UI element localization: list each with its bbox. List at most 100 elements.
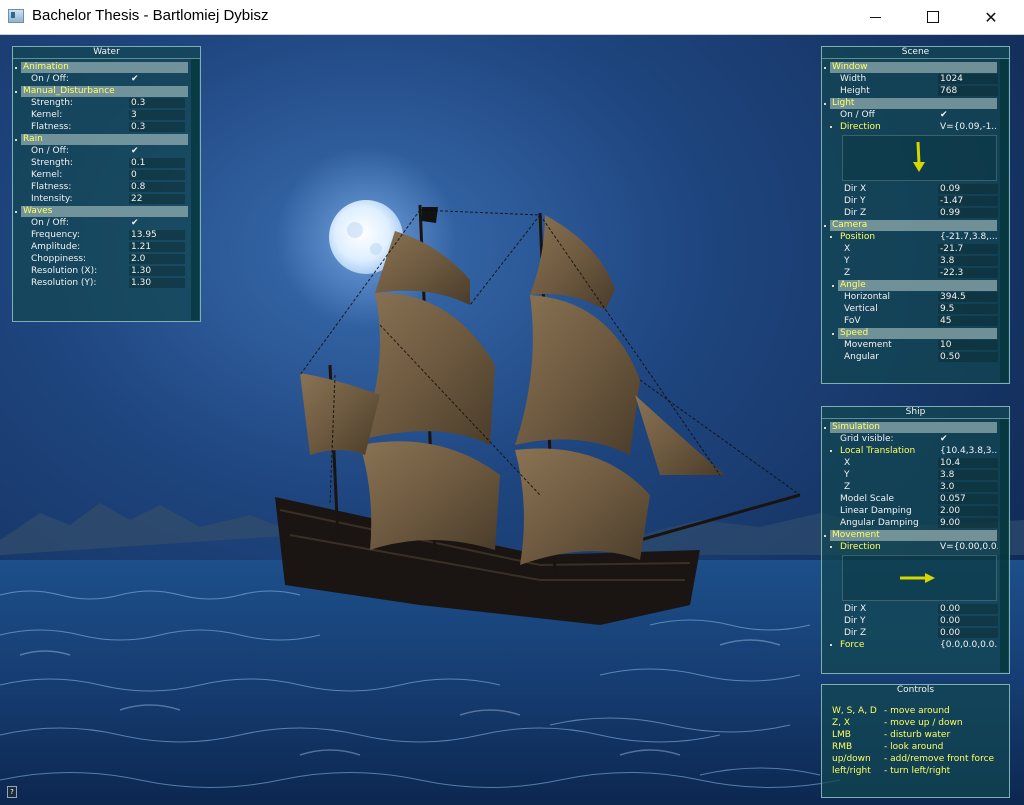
row-angle-vertical[interactable]: Vertical 9.5 [822,303,998,315]
row-width[interactable]: Width 1024 [822,73,998,85]
ship-dirz-value[interactable]: 0.00 [940,627,960,639]
ship-z-value[interactable]: 3.0 [940,481,954,493]
section-angle[interactable]: Angle [832,280,997,291]
checkmark-icon[interactable]: ✔ [131,73,139,85]
light-dirz-value[interactable]: 0.99 [940,207,960,219]
ship-panel-scrollbar[interactable] [1000,419,1008,672]
water-row[interactable]: On / Off: ✔ [13,217,188,229]
water-row[interactable]: Amplitude: 1.21 [13,241,188,253]
water-row-value[interactable]: 13.95 [131,229,157,241]
ship-dirx-value[interactable]: 0.00 [940,603,960,615]
row-height[interactable]: Height 768 [822,85,998,97]
water-row-value[interactable]: 1.30 [131,277,151,289]
water-row[interactable]: On / Off: ✔ [13,145,188,157]
model-scale-value[interactable]: 0.057 [940,493,966,505]
checkmark-icon[interactable]: ✔ [131,145,139,157]
row-camera-position[interactable]: Position {-21.7,3.8,... [822,231,998,243]
section-camera[interactable]: Camera [824,220,997,231]
water-row[interactable]: Resolution (Y): 1.30 [13,277,188,289]
local-translation-value[interactable]: {10.4,3.8,3... [940,445,998,457]
camera-x-value[interactable]: -21.7 [940,243,963,255]
row-speed-angular[interactable]: Angular 0.50 [822,351,998,363]
water-row-value[interactable]: 0.3 [131,121,145,133]
minimize-button[interactable] [852,0,898,34]
row-model-scale[interactable]: Model Scale 0.057 [822,493,998,505]
row-light-dirz[interactable]: Dir Z 0.99 [822,207,998,219]
checkmark-icon[interactable]: ✔ [131,217,139,229]
water-row-value[interactable]: 1.30 [131,265,151,277]
water-row-value[interactable]: 0.8 [131,181,145,193]
camera-z-value[interactable]: -22.3 [940,267,963,279]
scene-panel[interactable]: Scene Window Width 1024 Height 768 Light O… [821,46,1010,384]
row-ship-y[interactable]: Y 3.8 [822,469,998,481]
light-dirx-value[interactable]: 0.09 [940,183,960,195]
water-row[interactable]: Strength: 0.1 [13,157,188,169]
row-force[interactable]: Force {0.0,0.0,0.0... [822,639,998,651]
section-rain[interactable]: Rain [15,134,188,145]
help-button[interactable]: ? [7,786,17,798]
row-light-diry[interactable]: Dir Y -1.47 [822,195,998,207]
camera-position-value[interactable]: {-21.7,3.8,... [940,231,998,243]
row-angular-damping[interactable]: Angular Damping 9.00 [822,517,998,529]
force-value[interactable]: {0.0,0.0,0.0... [940,639,998,651]
angle-fov-value[interactable]: 45 [940,315,951,327]
water-row-value[interactable]: 0 [131,169,137,181]
water-row[interactable]: Intensity: 22 [13,193,188,205]
ship-direction-widget[interactable] [842,555,997,601]
section-simulation[interactable]: Simulation [824,422,997,433]
row-light-onoff[interactable]: On / Off ✔ [822,109,997,121]
water-row[interactable]: Flatness: 0.8 [13,181,188,193]
angular-damping-value[interactable]: 9.00 [940,517,960,529]
water-row-value[interactable]: 0.1 [131,157,145,169]
height-value[interactable]: 768 [940,85,957,97]
water-row[interactable]: On / Off: ✔ [13,73,188,85]
section-animation[interactable]: Animation [15,62,188,73]
light-direction-value[interactable]: V={0.09,-1... [940,121,998,133]
water-row-value[interactable]: 1.21 [131,241,151,253]
water-row[interactable]: Flatness: 0.3 [13,121,188,133]
row-grid-visible[interactable]: Grid visible: ✔ [822,433,997,445]
row-camera-y[interactable]: Y 3.8 [822,255,998,267]
row-angle-fov[interactable]: FoV 45 [822,315,998,327]
ship-direction-value[interactable]: V={0.00,0.0... [940,541,998,553]
water-row[interactable]: Kernel: 0 [13,169,188,181]
water-row-value[interactable]: 22 [131,193,142,205]
section-movement[interactable]: Movement [824,530,997,541]
section-speed[interactable]: Speed [832,328,997,339]
ship-x-value[interactable]: 10.4 [940,457,960,469]
water-row[interactable]: Frequency: 13.95 [13,229,188,241]
row-light-dirx[interactable]: Dir X 0.09 [822,183,998,195]
row-ship-x[interactable]: X 10.4 [822,457,998,469]
close-button[interactable]: ✕ [968,0,1014,34]
water-panel[interactable]: Water Animation On / Off: ✔ Manual_Disturba… [12,46,201,322]
row-camera-z[interactable]: Z -22.3 [822,267,998,279]
water-row[interactable]: Strength: 0.3 [13,97,188,109]
maximize-button[interactable] [910,0,956,34]
angle-vertical-value[interactable]: 9.5 [940,303,954,315]
speed-movement-value[interactable]: 10 [940,339,951,351]
water-row[interactable]: Choppiness: 2.0 [13,253,188,265]
row-local-translation[interactable]: Local Translation {10.4,3.8,3... [822,445,998,457]
row-light-direction[interactable]: Direction V={0.09,-1... [822,121,998,133]
row-ship-direction[interactable]: Direction V={0.00,0.0... [822,541,998,553]
row-speed-movement[interactable]: Movement 10 [822,339,998,351]
water-row[interactable]: Kernel: 3 [13,109,188,121]
light-diry-value[interactable]: -1.47 [940,195,963,207]
ship-panel[interactable]: Ship Simulation Grid visible: ✔ Local Tra… [821,406,1010,674]
angle-horizontal-value[interactable]: 394.5 [940,291,966,303]
width-value[interactable]: 1024 [940,73,963,85]
row-linear-damping[interactable]: Linear Damping 2.00 [822,505,998,517]
section-manual-disturbance[interactable]: Manual_Disturbance [15,86,188,97]
row-ship-dirz[interactable]: Dir Z 0.00 [822,627,998,639]
row-angle-horizontal[interactable]: Horizontal 394.5 [822,291,998,303]
water-panel-scrollbar[interactable] [191,59,199,320]
water-row-value[interactable]: 2.0 [131,253,145,265]
ship-diry-value[interactable]: 0.00 [940,615,960,627]
camera-y-value[interactable]: 3.8 [940,255,954,267]
ship-y-value[interactable]: 3.8 [940,469,954,481]
speed-angular-value[interactable]: 0.50 [940,351,960,363]
row-camera-x[interactable]: X -21.7 [822,243,998,255]
row-ship-z[interactable]: Z 3.0 [822,481,998,493]
grid-checkmark-icon[interactable]: ✔ [940,433,948,445]
water-row-value[interactable]: 0.3 [131,97,145,109]
